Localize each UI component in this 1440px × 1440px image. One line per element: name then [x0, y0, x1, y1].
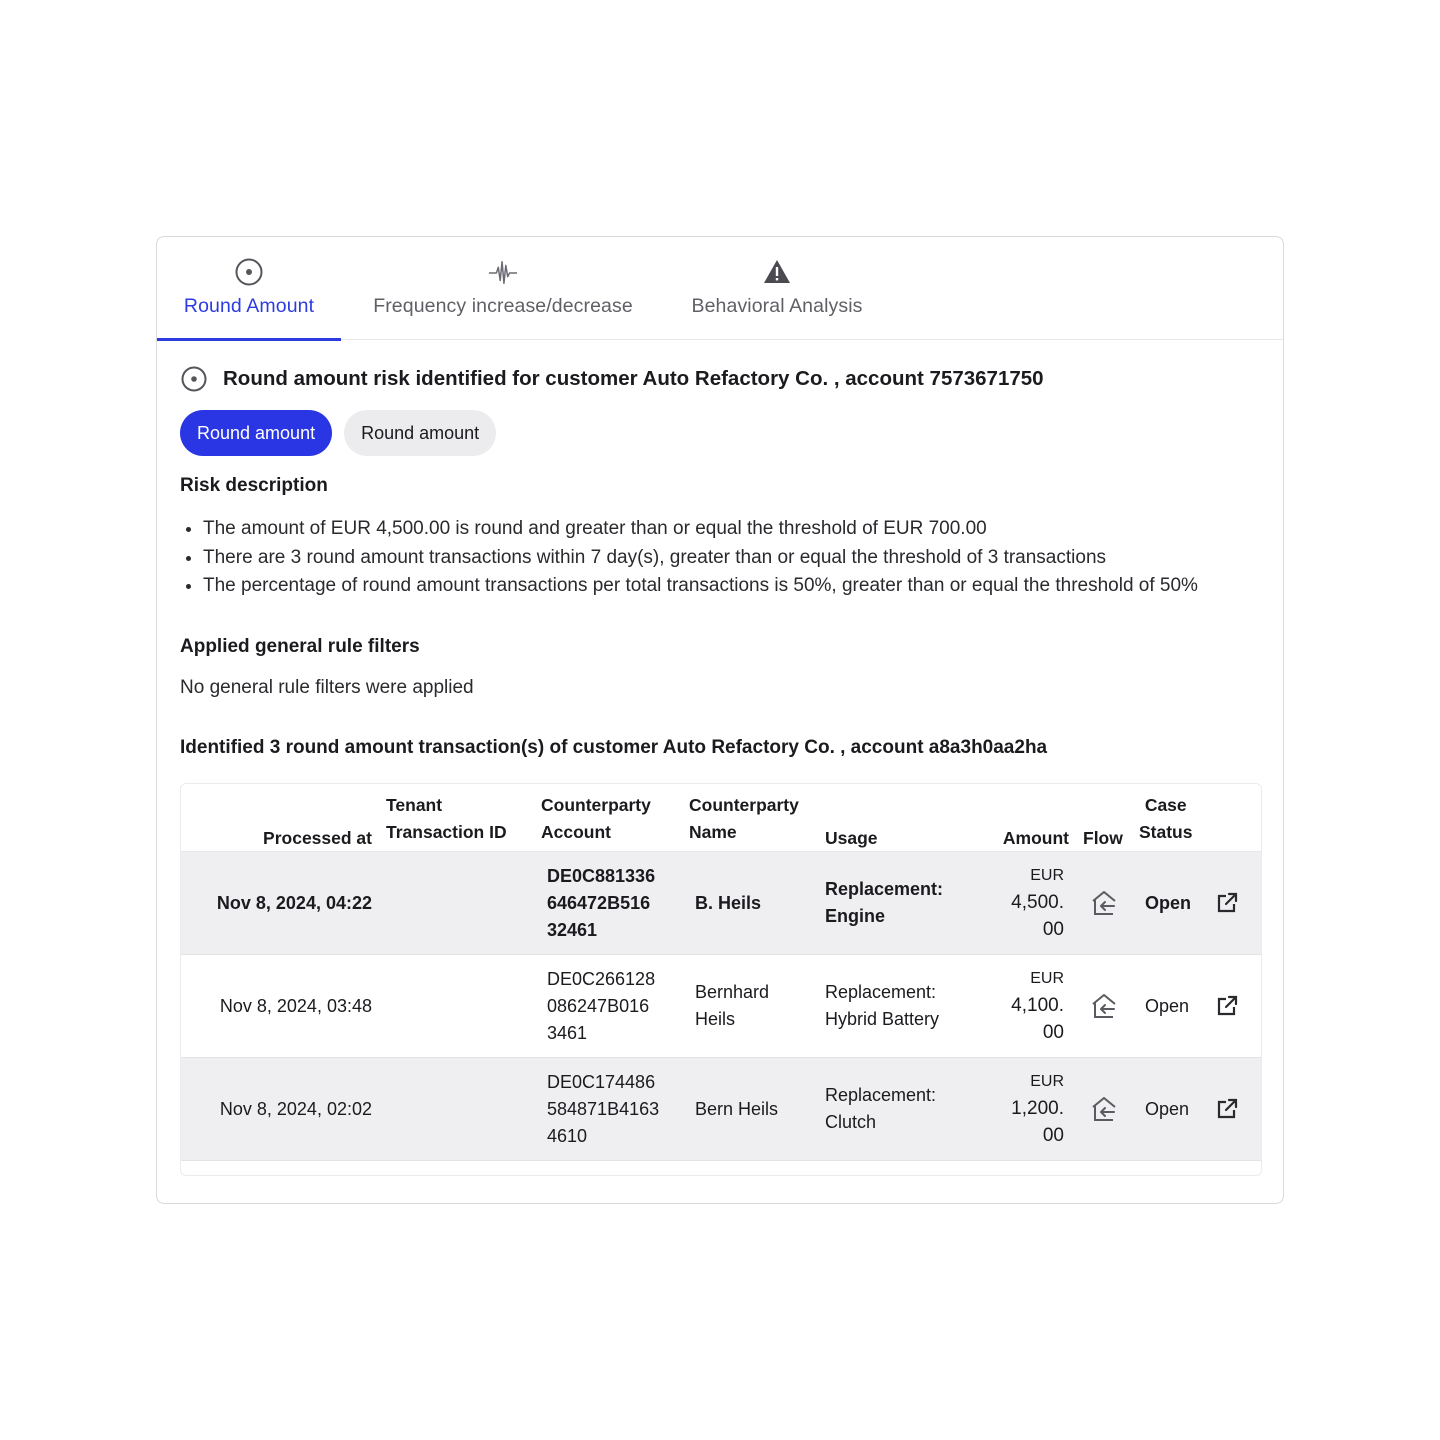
external-link-icon[interactable]	[1213, 889, 1241, 917]
cell-line: Bernhard	[695, 982, 770, 1002]
cell-line: Replacement:	[825, 879, 944, 899]
risk-description-list: The amount of EUR 4,500.00 is round and …	[203, 515, 1198, 601]
list-item: The percentage of round amount transacti…	[203, 572, 1198, 601]
cell-line: 32461	[547, 920, 598, 940]
currency-label: EUR	[1030, 867, 1064, 884]
tab-behavioral[interactable]: Behavioral Analysis	[669, 237, 885, 340]
cell-line: B. Heils	[695, 893, 762, 913]
header-line: Tenant	[386, 795, 443, 815]
case-status-cell: Open	[1145, 996, 1190, 1016]
currency-label: EUR	[1030, 1073, 1064, 1090]
case-status-cell: Open	[1145, 893, 1192, 913]
counterparty-name-cell: Bern Heils	[695, 1096, 778, 1123]
amount-value: 1,200.	[1011, 1098, 1064, 1119]
chip-group: Round amount Round amount	[180, 410, 497, 456]
header-usage: Usage	[825, 828, 878, 848]
header-counterparty-account: Counterparty Account	[541, 792, 651, 845]
round-amount-chip-active[interactable]: Round amount	[180, 410, 333, 456]
amount-cell: EUR 4,100. 00	[1011, 965, 1064, 1046]
counterparty-name-cell: B. Heils	[695, 890, 761, 917]
cell-line: DE0C174486	[547, 1072, 656, 1092]
warning-icon	[762, 257, 792, 287]
tab-round-amount[interactable]: Round Amount	[157, 237, 341, 341]
risk-heading: Round amount risk identified for custome…	[180, 365, 1044, 393]
tab-frequency[interactable]: Frequency increase/decrease	[353, 237, 653, 340]
table-row[interactable]: Nov 8, 2024, 04:22 DE0C881336 646472B516…	[181, 852, 1261, 955]
table-row[interactable]: Nov 8, 2024, 02:02 DE0C174486 584871B416…	[181, 1058, 1261, 1161]
cell-line: DE0C266128	[547, 969, 656, 989]
round-amount-chip[interactable]: Round amount	[344, 410, 497, 456]
target-icon	[234, 257, 264, 287]
cell-line: DE0C881336	[547, 866, 656, 886]
amount-value: 4,500.	[1011, 892, 1064, 913]
usage-cell: Replacement: Hybrid Battery	[825, 979, 939, 1033]
amount-value: 4,100.	[1011, 995, 1064, 1016]
header-case-status: Case Status	[1139, 792, 1192, 845]
header-line: Status	[1139, 821, 1193, 842]
target-icon	[180, 365, 208, 393]
tab-label: Behavioral Analysis	[691, 295, 863, 317]
header-line: Account	[541, 821, 611, 842]
external-link-icon[interactable]	[1213, 992, 1241, 1020]
amount-value: 00	[1042, 1022, 1064, 1043]
pulse-icon	[488, 257, 518, 287]
risk-heading-text: Round amount risk identified for custome…	[223, 367, 1044, 390]
incoming-icon	[1090, 1095, 1118, 1123]
header-line: Case	[1144, 795, 1187, 815]
risk-card: Round Amount Frequency increase/decrease…	[156, 236, 1284, 1204]
transactions-title: Identified 3 round amount transaction(s)…	[180, 737, 1048, 758]
list-item: There are 3 round amount transactions wi…	[203, 544, 1198, 573]
header-flow: Flow	[1083, 828, 1123, 848]
cell-line: Bern Heils	[695, 1099, 779, 1119]
amount-cell: EUR 1,200. 00	[1011, 1068, 1064, 1149]
counterparty-name-cell: Bernhard Heils	[695, 979, 769, 1033]
cell-line: Heils	[695, 1009, 736, 1029]
counterparty-account-cell: DE0C174486 584871B4163 4610	[547, 1069, 659, 1150]
header-processed-at: Processed at	[263, 828, 372, 848]
transactions-table: Processed at Tenant Transaction ID Count…	[180, 783, 1262, 1176]
cell-line: 584871B4163	[547, 1099, 660, 1119]
cell-line: Clutch	[825, 1112, 877, 1132]
incoming-icon	[1090, 889, 1118, 917]
counterparty-account-cell: DE0C266128 086247B016 3461	[547, 966, 655, 1047]
processed-at-cell: Nov 8, 2024, 03:48	[219, 996, 372, 1016]
cell-line: 4610	[547, 1126, 588, 1146]
filters-title: Applied general rule filters	[180, 636, 420, 657]
cell-line: Engine	[825, 906, 886, 926]
cell-line: 646472B516	[547, 893, 651, 913]
tab-label: Round Amount	[183, 295, 315, 317]
usage-cell: Replacement: Engine	[825, 876, 943, 930]
header-counterparty-name: Counterparty Name	[689, 792, 799, 845]
filters-text: No general rule filters were applied	[180, 677, 474, 698]
risk-description-title: Risk description	[180, 475, 328, 496]
incoming-icon	[1090, 992, 1118, 1020]
list-item: The amount of EUR 4,500.00 is round and …	[203, 515, 1198, 544]
header-amount: Amount	[1002, 828, 1069, 848]
tab-label: Frequency increase/decrease	[373, 295, 633, 317]
header-line: Name	[689, 821, 737, 842]
external-link-icon[interactable]	[1213, 1095, 1241, 1123]
case-status-cell: Open	[1145, 1099, 1190, 1119]
usage-cell: Replacement: Clutch	[825, 1082, 936, 1136]
cell-line: 086247B016	[547, 996, 650, 1016]
header-line: Transaction ID	[386, 821, 507, 842]
amount-value: 00	[1042, 919, 1064, 940]
tab-bar: Round Amount Frequency increase/decrease…	[157, 237, 1283, 341]
table-row[interactable]: Nov 8, 2024, 03:48 DE0C266128 086247B016…	[181, 955, 1261, 1058]
cell-line: Replacement:	[825, 982, 937, 1002]
header-line: Counterparty	[541, 795, 651, 815]
amount-cell: EUR 4,500. 00	[1011, 862, 1064, 943]
processed-at-cell: Nov 8, 2024, 04:22	[216, 893, 372, 913]
currency-label: EUR	[1030, 970, 1064, 987]
cell-line: Replacement:	[825, 1085, 937, 1105]
counterparty-account-cell: DE0C881336 646472B516 32461	[547, 863, 655, 944]
amount-value: 00	[1042, 1125, 1064, 1146]
cell-line: 3461	[547, 1023, 588, 1043]
header-line: Counterparty	[689, 795, 799, 815]
processed-at-cell: Nov 8, 2024, 02:02	[219, 1099, 372, 1119]
header-tenant: Tenant Transaction ID	[386, 792, 507, 845]
cell-line: Hybrid Battery	[825, 1009, 940, 1029]
table-header: Processed at Tenant Transaction ID Count…	[181, 784, 1261, 852]
